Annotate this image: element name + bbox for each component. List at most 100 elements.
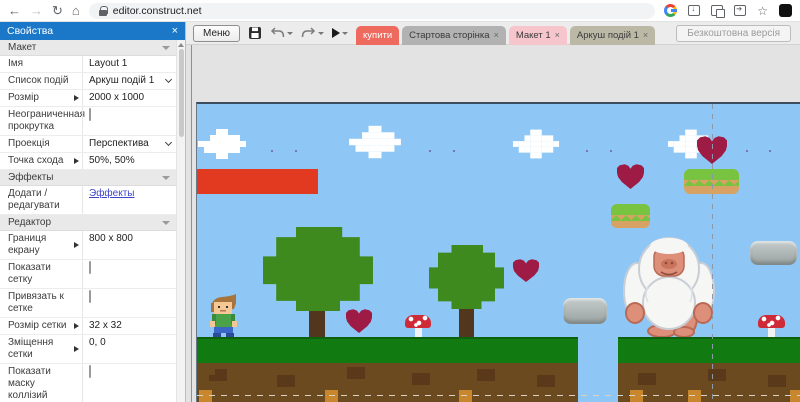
section-effects[interactable]: Эффекты [0,170,176,186]
expand-icon[interactable] [74,346,79,352]
collapse-icon[interactable] [162,46,170,50]
tab-start-page[interactable]: Стартова сторінка× [402,26,506,45]
cloud-sprite[interactable] [349,126,401,158]
expand-icon[interactable] [74,242,79,248]
browser-home-button[interactable]: ⌂ [72,4,80,17]
red-platform-sprite[interactable] [197,169,318,194]
editor-workspace: Меню купити Стартова сторінка× Макет 1× … [186,22,800,402]
undo-button[interactable] [270,27,293,39]
google-icon[interactable] [664,4,677,17]
tab-close-icon[interactable]: × [643,30,648,40]
property-row-show-grid[interactable]: Показати сетку [0,260,176,289]
section-editor[interactable]: Редактор [0,215,176,231]
browser-extensions: ☆ [664,4,792,17]
property-row-screen-border[interactable]: Границя екрану800 x 800 [0,231,176,260]
scroll-up-arrow-icon[interactable] [178,43,184,47]
address-bar[interactable]: editor.construct.net [89,3,655,19]
browser-back-button[interactable]: ← [8,4,21,17]
screen-border-guide-vertical [712,104,713,402]
properties-panel-header: Свойства × [0,22,185,40]
metal-platform-sprite[interactable] [750,241,797,265]
expand-icon[interactable] [74,95,79,101]
checkbox[interactable] [89,365,91,378]
heart-sprite[interactable] [513,259,539,282]
heart-sprite[interactable] [346,309,372,333]
checkbox[interactable] [89,290,91,303]
yeti-sprite[interactable] [618,231,720,337]
redo-icon [301,27,316,39]
player-sprite[interactable] [208,294,239,337]
sky-dot [746,150,748,152]
undo-icon [270,27,285,39]
main-toolbar: Меню купити Стартова сторінка× Макет 1× … [186,22,800,45]
scrollbar-thumb[interactable] [179,49,184,137]
sky-dot [610,150,612,152]
tab-close-icon[interactable]: × [494,30,499,40]
property-row-collision-mask[interactable]: Показати маску коллізий [0,364,176,402]
menu-button[interactable]: Меню [193,25,240,42]
cloud-sprite[interactable] [198,129,246,159]
heart-sprite[interactable] [617,164,644,189]
screen-border-guide-horizontal [197,395,800,396]
collapse-icon[interactable] [162,176,170,180]
collapse-icon[interactable] [162,221,170,225]
mushroom-sprite[interactable] [758,315,785,337]
property-row-snap-to-grid[interactable]: Привязать к сетке [0,289,176,318]
ground-tile[interactable] [618,337,800,402]
tab-event-sheet-1[interactable]: Аркуш подій 1× [570,26,655,45]
property-row-vanishing-point[interactable]: Точка схода50%, 50% [0,153,176,170]
browser-forward-button[interactable]: → [30,4,43,17]
panel-scrollbar[interactable] [176,40,185,402]
tab-layout-1[interactable]: Макет 1× [509,26,567,45]
redo-button[interactable] [301,27,324,39]
effects-link[interactable]: Эффекты [89,188,134,199]
ground-tile[interactable] [197,337,578,402]
property-row-grid-offset[interactable]: Зміщення сетки0, 0 [0,335,176,364]
properties-panel-title: Свойства [7,25,53,37]
browser-toolbar: ← → ↻ ⌂ editor.construct.net ☆ [0,0,800,22]
share-icon[interactable] [734,5,746,16]
properties-rows: Макет ІмяLayout 1 Список подійАркуш поді… [0,40,176,402]
profile-avatar[interactable] [779,4,792,17]
layout-canvas[interactable] [186,45,800,402]
tab-close-icon[interactable]: × [555,30,560,40]
grass-platform-sprite[interactable] [611,204,650,228]
panel-close-icon[interactable]: × [172,25,178,37]
mushroom-sprite[interactable] [405,315,431,337]
chevron-down-icon[interactable] [165,76,172,83]
expand-icon[interactable] [74,158,79,164]
preview-caret-icon[interactable] [342,32,348,35]
layout-view[interactable] [196,102,800,402]
bookmark-star-icon[interactable]: ☆ [757,5,768,17]
browser-reload-button[interactable]: ↻ [52,4,63,17]
cloud-sprite[interactable] [513,130,559,159]
chevron-down-icon[interactable] [165,139,172,146]
undo-caret-icon[interactable] [287,32,293,35]
tree-sprite[interactable] [263,227,373,311]
lock-icon [99,6,107,16]
save-button[interactable] [248,26,262,40]
checkbox[interactable] [89,108,91,121]
property-row-unbounded-scrolling[interactable]: Неограниченная прокрутка [0,107,176,136]
translate-icon[interactable] [711,5,723,16]
expand-icon[interactable] [74,323,79,329]
property-row-projection[interactable]: ПроекціяПерспектива [0,136,176,153]
preview-button[interactable] [332,28,348,38]
checkbox[interactable] [89,261,91,274]
redo-caret-icon[interactable] [318,32,324,35]
panel-splitter[interactable] [191,45,192,402]
property-row-size[interactable]: Розмір2000 x 1000 [0,90,176,107]
sky-dot [271,150,273,152]
install-app-icon[interactable] [688,5,700,16]
property-row-name[interactable]: ІмяLayout 1 [0,56,176,73]
metal-platform-sprite[interactable] [563,298,607,324]
section-layout[interactable]: Макет [0,40,176,56]
property-row-event-sheet[interactable]: Список подійАркуш подій 1 [0,73,176,90]
tree-sprite[interactable] [429,245,504,309]
property-row-grid-size[interactable]: Розмір сетки32 x 32 [0,318,176,335]
tab-buy[interactable]: купити [356,26,399,45]
free-version-badge[interactable]: Безкоштовна версія [676,25,791,42]
document-tabs: купити Стартова сторінка× Макет 1× Аркуш… [356,22,655,45]
property-row-add-effects[interactable]: Додати / редагуватиЭффекты [0,186,176,215]
sky-dot [769,150,771,152]
